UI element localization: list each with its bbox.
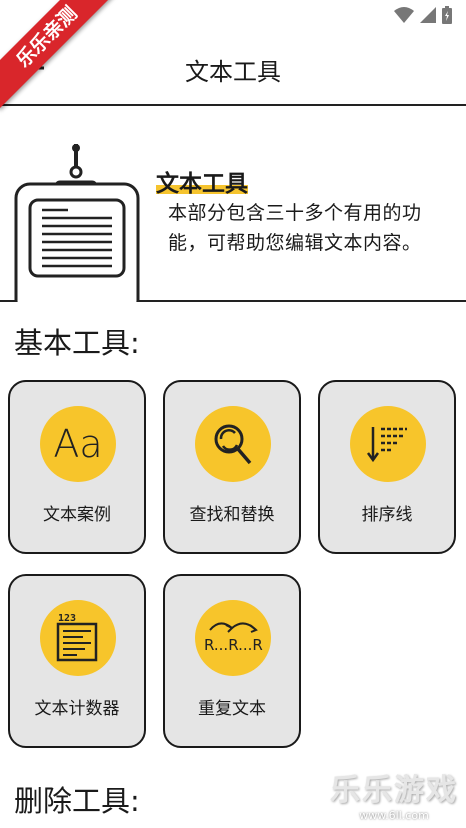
section-title-basic-tools: 基本工具: <box>14 326 140 360</box>
hero-header: 文本工具 本部分包含三十多个有用的功能，可帮助您编辑文本内容。 <box>0 106 466 302</box>
sort-lines-icon <box>350 406 426 482</box>
tool-card-label: 排序线 <box>361 505 413 525</box>
tool-card-find-replace[interactable]: 查找和替换 <box>163 380 301 554</box>
tool-card-label: 文本案例 <box>43 505 111 525</box>
document-device-icon <box>14 144 140 302</box>
signal-icon <box>420 7 436 23</box>
hero-description: 本部分包含三十多个有用的功能，可帮助您编辑文本内容。 <box>168 202 422 254</box>
page-title: 文本工具 <box>185 58 281 86</box>
tool-card-label: 重复文本 <box>198 699 266 719</box>
tool-card-text-case[interactable]: Aa 文本案例 <box>8 380 146 554</box>
section-title-delete-tools: 删除工具: <box>14 784 140 818</box>
watermark: 乐乐游戏 www.6ll.com <box>330 765 458 822</box>
text-counter-icon: 123 <box>40 600 116 676</box>
text-counter-number: 123 <box>58 613 76 624</box>
tool-card-repeat-text[interactable]: R...R...R 重复文本 <box>163 574 301 748</box>
watermark-url: www.6ll.com <box>359 809 429 822</box>
repeat-text-glyph: R...R...R <box>204 622 263 654</box>
status-icons <box>394 6 452 24</box>
magnifier-glyph <box>214 424 252 465</box>
repeat-text-letters: R...R...R <box>204 636 263 654</box>
hero-title: 文本工具 <box>156 164 248 198</box>
sort-lines-glyph <box>366 427 407 463</box>
app-bar: 文本工具 <box>0 30 466 106</box>
repeat-text-icon: R...R...R <box>195 600 271 676</box>
watermark-text: 乐乐游戏 <box>330 773 458 808</box>
font-aa-icon: Aa <box>40 406 116 482</box>
wifi-icon <box>394 7 414 23</box>
tool-card-label: 查找和替换 <box>189 505 275 525</box>
tool-card-sort-lines[interactable]: 排序线 <box>318 380 456 554</box>
tool-card-text-counter[interactable]: 123 文本计数器 <box>8 574 146 748</box>
battery-icon <box>442 6 452 24</box>
text-counter-glyph: 123 <box>56 613 98 662</box>
magnifier-icon <box>195 406 271 482</box>
font-aa-glyph: Aa <box>53 422 103 466</box>
tool-card-label: 文本计数器 <box>34 699 120 719</box>
